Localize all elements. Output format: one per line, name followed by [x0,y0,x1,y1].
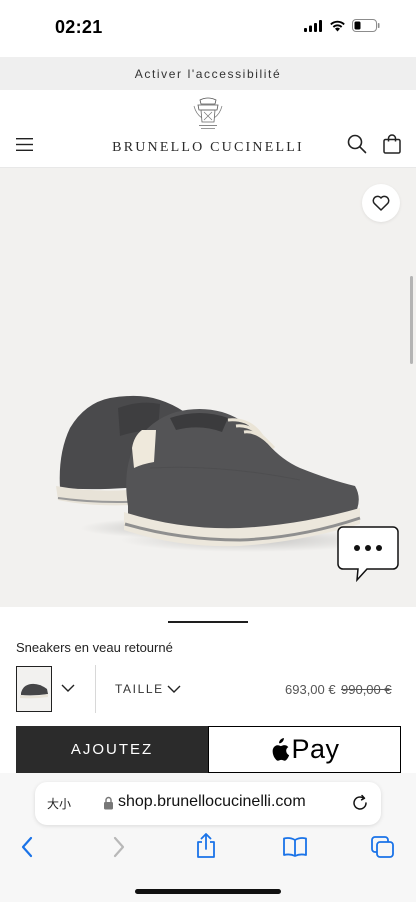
variant-thumbnail[interactable] [16,666,52,712]
apple-logo-icon [273,737,290,761]
book-icon[interactable] [282,837,308,857]
add-to-cart-label: AJOUTEZ [70,741,154,758]
battery-icon [352,19,380,32]
wifi-icon [330,20,345,31]
site-header: BRUNELLO CUCINELLI [0,90,416,168]
price-old: 990,00 € [341,682,392,697]
wishlist-button[interactable] [362,184,400,222]
chevron-down-icon[interactable] [166,683,182,695]
reader-options-button[interactable]: 大小 [47,795,71,812]
reload-icon[interactable] [351,794,369,812]
lock-icon [104,796,113,810]
price-current: 693,00 € [285,682,336,697]
chat-bubble-icon[interactable] [337,526,399,582]
tabs-icon[interactable] [371,836,395,859]
status-bar: 02:21 [0,0,416,57]
add-to-cart-button[interactable]: AJOUTEZ [16,726,208,773]
url-text[interactable]: shop.brunellocucinelli.com [118,793,306,811]
home-indicator[interactable] [135,889,281,894]
browser-toolbar: 大小 shop.brunellocucinelli.com [0,773,416,902]
address-bar[interactable]: 大小 shop.brunellocucinelli.com [35,782,381,825]
accessibility-label[interactable]: Activer l'accessibilité [135,67,281,81]
chevron-left-icon[interactable] [20,836,34,858]
shopping-bag-icon[interactable] [383,134,401,154]
search-icon[interactable] [347,134,367,154]
status-time: 02:21 [55,17,103,37]
apple-pay-label: Pay [291,734,340,764]
apple-pay-button[interactable]: Pay [208,726,401,773]
carousel-indicator [168,621,248,623]
accessibility-bar[interactable]: Activer l'accessibilité [0,57,416,90]
status-icons [304,19,380,32]
share-icon[interactable] [195,833,217,859]
divider [95,665,96,713]
chevron-down-icon[interactable] [60,682,76,694]
brand-crest-logo[interactable] [190,96,226,136]
signal-icon [304,19,322,32]
product-title: Sneakers en veau retourné [16,640,173,655]
scrollbar-thumb[interactable] [410,276,413,364]
heart-icon [372,195,390,211]
size-selector-label[interactable]: TAILLE [115,682,164,696]
variant-thumbnail-image [20,683,48,699]
chevron-right-icon[interactable] [112,836,126,858]
product-image[interactable] [0,168,416,607]
